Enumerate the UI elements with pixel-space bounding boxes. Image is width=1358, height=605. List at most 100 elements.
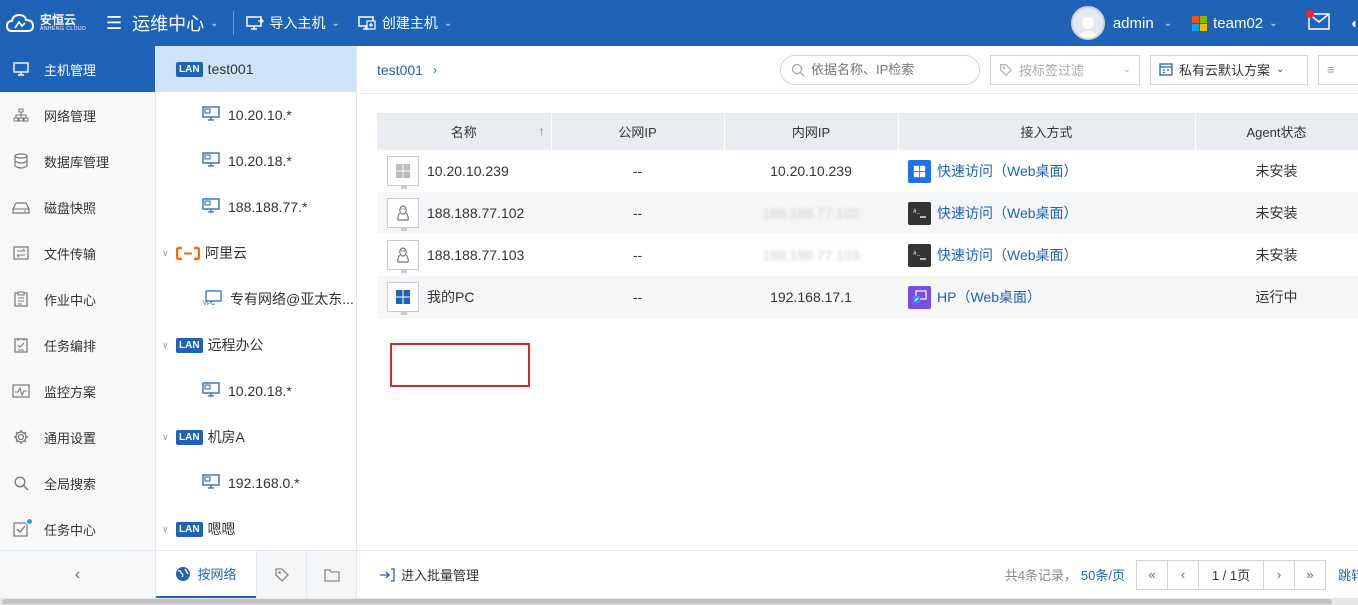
windows-access-icon[interactable] [908,159,931,183]
host-name[interactable]: 188.188.77.102 [427,205,524,221]
name-cell[interactable]: 188.188.77.102 [377,192,551,234]
app-title[interactable]: 运维中心 [132,10,204,36]
pulse-icon [12,384,30,398]
tab-by-tag[interactable] [256,551,306,598]
nav-item-label: 全局搜索 [44,476,97,492]
table-row[interactable]: 188.188.77.102 -- 188.188.77.102 #_ 快速访问（Web… [377,192,1358,234]
tree-node[interactable]: VPC 专有网络@亚太东... [156,276,356,322]
name-cell[interactable]: 10.20.10.239 [377,150,551,192]
expand-arrow-icon[interactable]: ∨ [162,248,176,259]
chevron-down-icon: ⌄ [1163,17,1173,29]
horizontal-scrollbar[interactable] [0,598,1358,605]
host-name[interactable]: 188.188.77.103 [427,247,524,263]
plan-select[interactable]: 私有云默认方案 ⌄ [1150,54,1308,85]
sort-options-button[interactable]: ≡ [1318,54,1358,85]
import-host-label: 导入主机 [269,15,326,31]
main-panel: test001 › 按标签过滤 ⌄ [357,46,1358,598]
tree-node[interactable]: 10.20.18.* [156,138,356,184]
tree-node[interactable]: ∨ LAN 远程办公 [156,322,356,368]
expand-arrow-icon[interactable]: ∨ [162,524,176,535]
lan-badge-icon: LAN [176,521,203,537]
menu-toggle-icon[interactable]: ☰ [106,13,122,34]
nav-item-1[interactable]: 主机管理 [0,46,155,92]
name-cell[interactable]: 188.188.77.103 [377,234,551,276]
app-switch-chevron-icon[interactable]: ⌄ [210,18,218,29]
access-link[interactable]: 快速访问（Web桌面） [937,161,1078,181]
nav-item-5[interactable]: 文件传输 [0,230,155,276]
column-header-access[interactable]: 接入方式 [898,113,1196,150]
nav-item-label: 作业中心 [44,292,97,308]
terminal-icon[interactable]: #_ [908,243,931,267]
access-link[interactable]: HP（Web桌面） [937,287,1041,307]
host-name[interactable]: 10.20.10.239 [427,163,509,179]
tree-node[interactable]: 188.188.77.* [156,184,356,230]
sort-arrow-icon[interactable]: ↑ [539,124,545,138]
nav-item-6[interactable]: 作业中心 [0,276,155,322]
public-ip-cell: -- [551,192,724,234]
page-info[interactable]: 1 / 1页 [1198,559,1264,590]
access-link[interactable]: 快速访问（Web桌面） [937,245,1078,265]
collapse-nav-button[interactable]: ‹ [0,550,155,598]
last-page-button[interactable]: » [1294,559,1326,590]
avatar[interactable] [1070,6,1105,40]
expand-arrow-icon[interactable]: ∨ [162,340,176,351]
import-host-menu[interactable]: 导入主机 ⌄ [245,13,340,33]
table-row[interactable]: 10.20.10.239 -- 10.20.10.239 快速访问（Web桌面） 未安装 [377,150,1358,192]
name-cell[interactable]: 我的PC [377,276,551,318]
nav-item-4[interactable]: 磁盘快照 [0,184,155,230]
chevron-down-icon: ⌄ [1269,17,1278,29]
message-button[interactable] [1305,10,1330,33]
subnet-icon [202,152,220,170]
private-ip-cell: 188.188.77.103 [724,234,898,276]
column-header-public-ip[interactable]: 公网IP [551,113,725,150]
breadcrumb-bar: test001 › 按标签过滤 ⌄ [357,46,1358,94]
search-box[interactable] [780,54,980,85]
nav-item-9[interactable]: 通用设置 [0,414,155,460]
terminal-icon[interactable]: #_ [908,201,931,225]
tag-filter-select[interactable]: 按标签过滤 ⌄ [990,54,1140,85]
nav-item-8[interactable]: 监控方案 [0,368,155,414]
next-page-button[interactable]: › [1263,559,1295,590]
jump-link[interactable]: 跳转 [1338,565,1358,584]
headset-icon[interactable]: ◖ [1350,15,1358,31]
tree-node[interactable]: 10.20.18.* [156,368,356,414]
team-switcher[interactable]: team02 ⌄ [1192,15,1278,32]
access-link[interactable]: 快速访问（Web桌面） [937,203,1078,223]
column-header-private-ip[interactable]: 内网IP [724,113,899,150]
private-ip: 188.188.77.103 [762,247,860,263]
tree-node[interactable]: 192.168.0.* [156,460,356,506]
host-name[interactable]: 我的PC [427,287,474,307]
network-tree: LAN test001 10.20.10.* 10.20.18.* 188.188.77… [156,46,357,598]
tree-node[interactable]: LAN test001 [156,46,356,92]
create-host-menu[interactable]: 创建主机 ⌄ [358,13,452,33]
tree-node-label: 机房A [207,429,245,445]
prev-page-button[interactable]: ‹ [1167,559,1199,590]
column-header-agent-status[interactable]: Agent状态 [1195,113,1358,150]
batch-manage-button[interactable]: 进入批量管理 [379,565,479,584]
brand-logo[interactable]: 安恒云 ANHENG CLOUD [0,11,98,35]
tab-by-folder[interactable] [306,551,356,598]
scrollbar-thumb[interactable] [2,599,1332,604]
remote-desktop-icon[interactable] [908,285,931,309]
access-cell: #_ 快速访问（Web桌面） [898,234,1195,276]
tab-by-network[interactable]: 按网络 [156,551,256,598]
column-header-name[interactable]: 名称 ↑ [377,113,552,150]
breadcrumb[interactable]: test001 [377,62,423,78]
search-input[interactable] [811,62,971,77]
nav-item-2[interactable]: 网络管理 [0,92,155,138]
tree-node[interactable]: ∨ LAN 嗯嗯 [156,506,356,552]
table-row[interactable]: 188.188.77.103 -- 188.188.77.103 #_ 快速访问（Web… [377,234,1358,276]
user-menu[interactable]: admin ⌄ [1113,15,1172,32]
expand-arrow-icon[interactable]: ∨ [162,432,176,443]
tree-node[interactable]: 10.20.10.* [156,92,356,138]
nav-item-10[interactable]: 全局搜索 [0,460,155,506]
agent-status-cell: 未安装 [1195,192,1358,234]
tree-node[interactable]: ∨ LAN 机房A [156,414,356,460]
page-size-select[interactable]: 50条/页 [1081,565,1125,584]
nav-item-7[interactable]: 任务编排 [0,322,155,368]
table-row[interactable]: 我的PC -- 192.168.17.1 HP（Web桌面） 运行中 [377,276,1358,318]
nav-item-11[interactable]: 任务中心 [0,506,155,552]
first-page-button[interactable]: « [1136,559,1168,590]
nav-item-3[interactable]: 数据库管理 [0,138,155,184]
tree-node[interactable]: ∨ 阿里云 [156,230,356,276]
